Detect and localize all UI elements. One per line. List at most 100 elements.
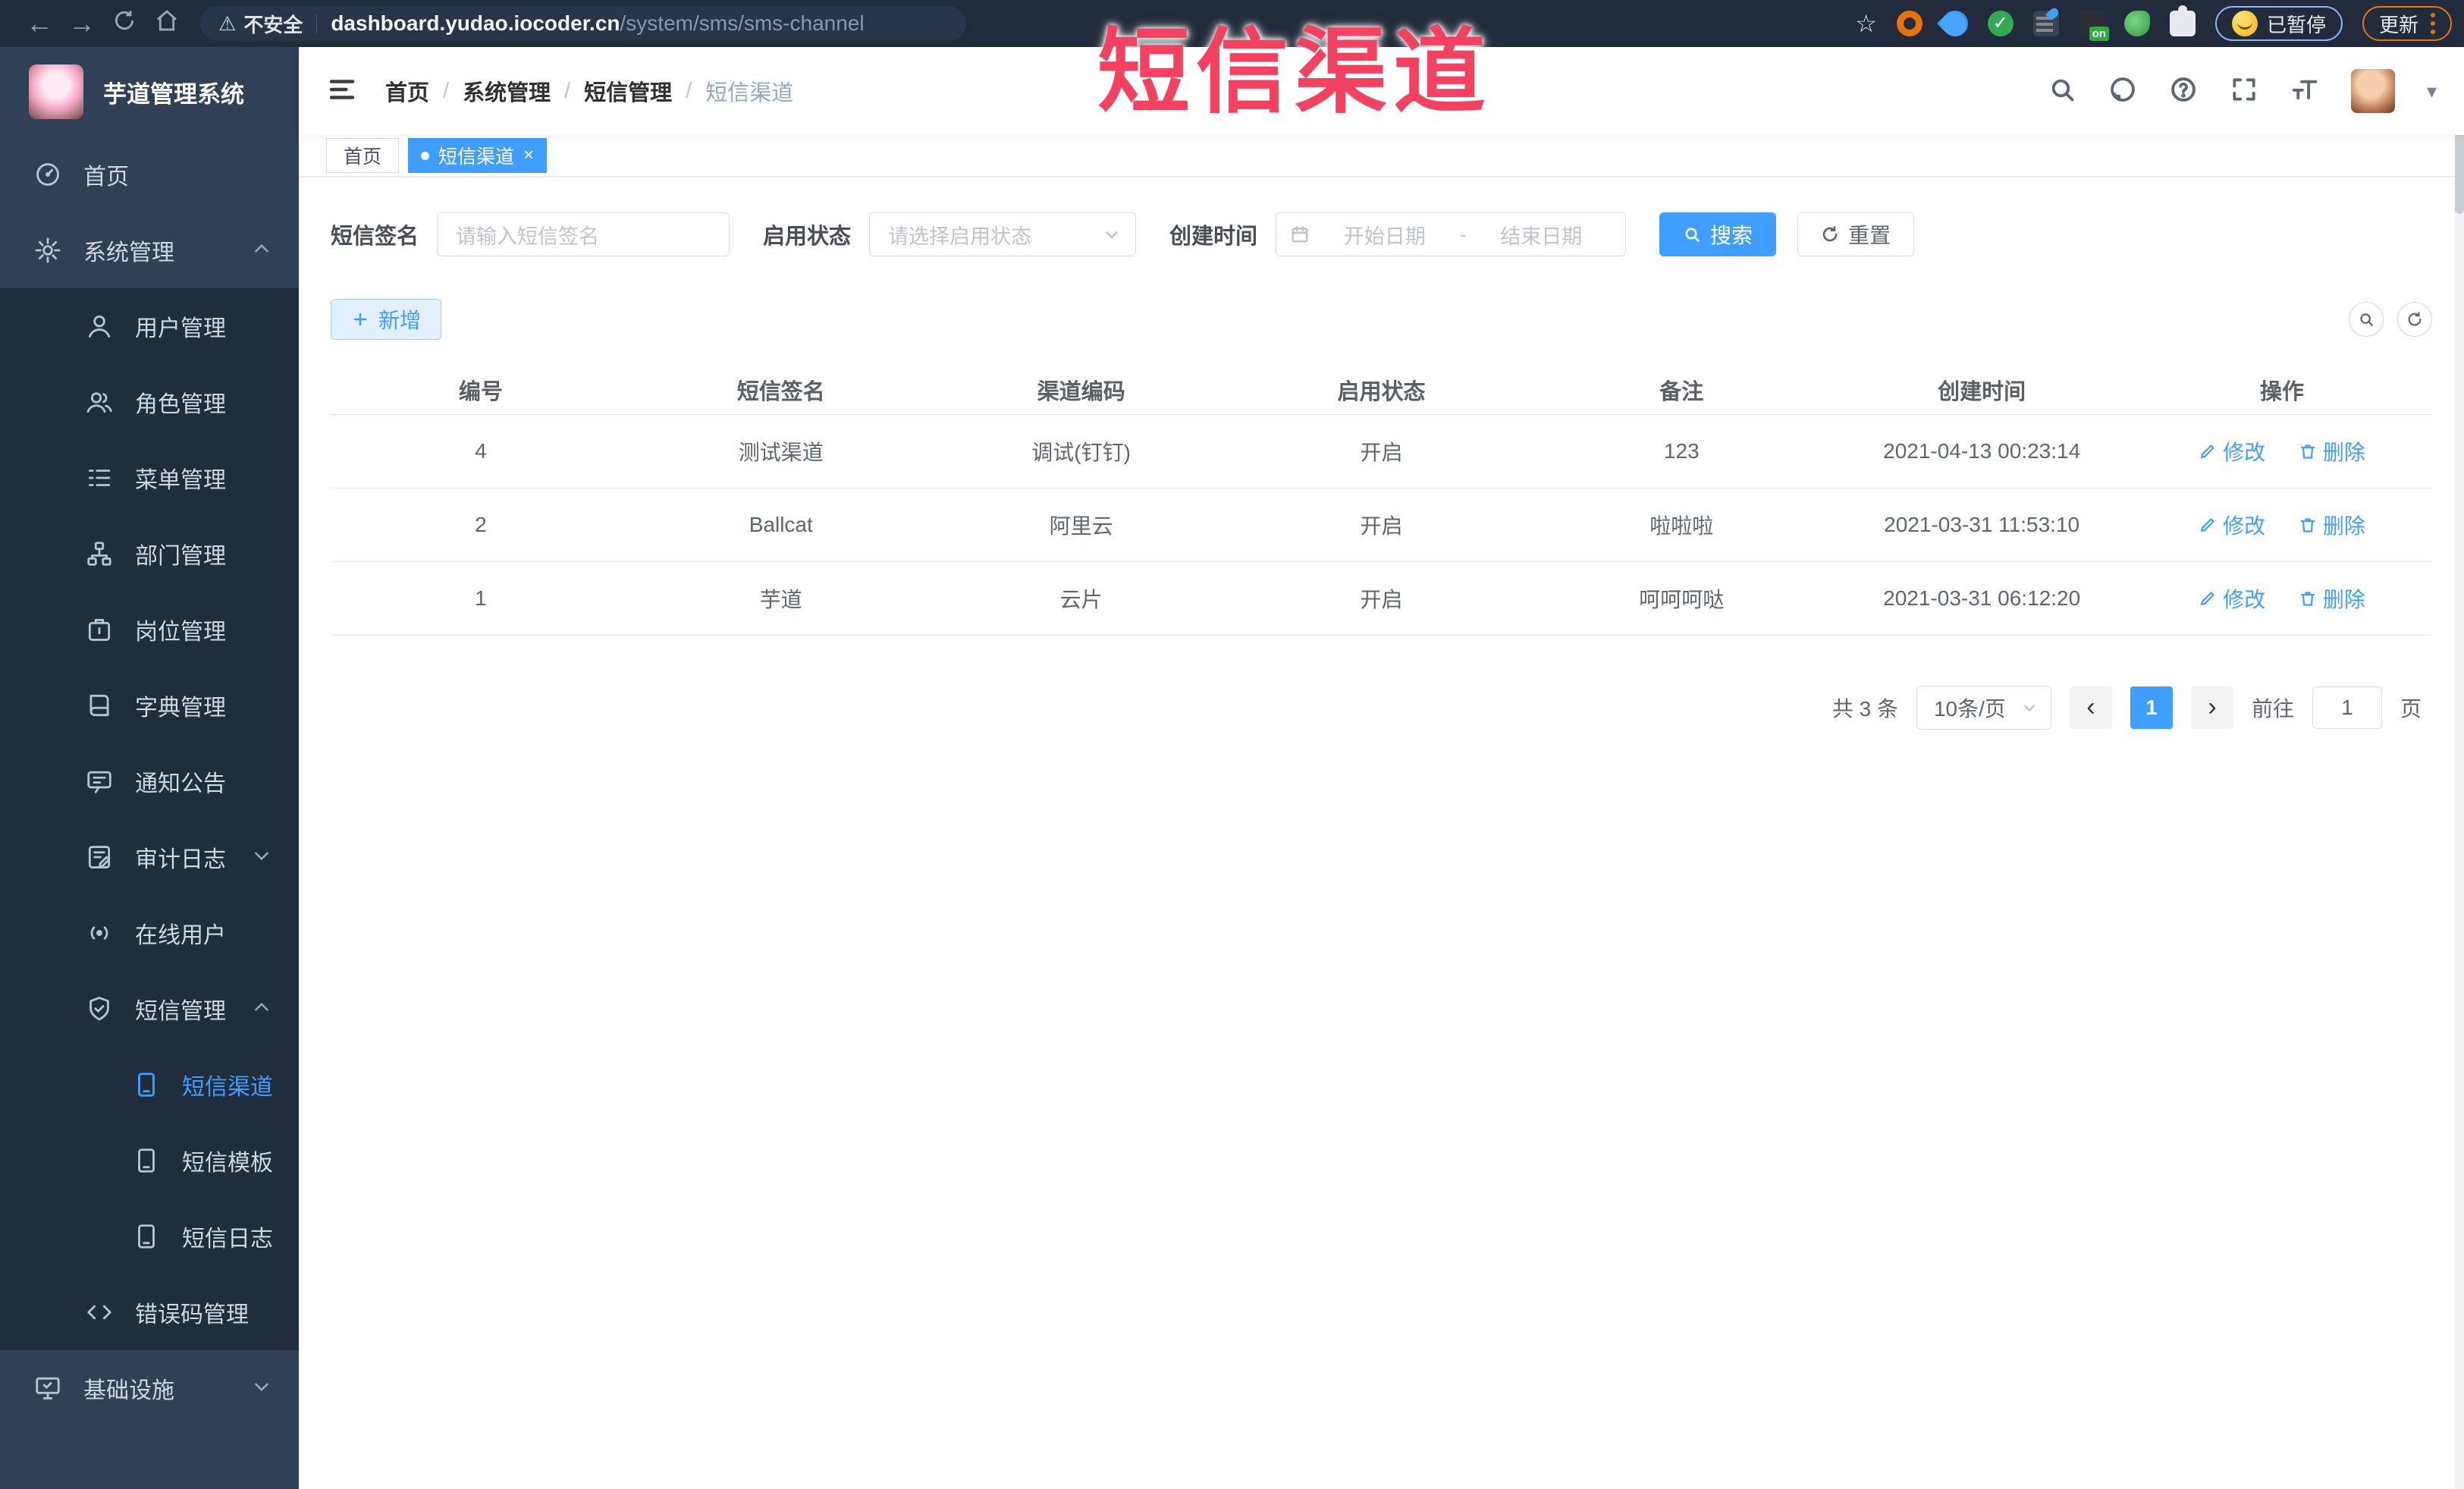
page-1-button[interactable]: 1	[2130, 686, 2173, 729]
update-label: 更新	[2378, 13, 2418, 36]
edit-link[interactable]: 修改	[2199, 436, 2265, 466]
font-size-icon[interactable]	[2290, 75, 2319, 108]
breadcrumb-home[interactable]: 首页	[385, 75, 429, 107]
edit-link[interactable]: 修改	[2199, 583, 2265, 614]
close-icon[interactable]: ×	[523, 146, 534, 165]
sign-input[interactable]: 请输入短信签名	[437, 212, 730, 256]
gear-icon	[33, 236, 62, 265]
log-edit-icon	[85, 843, 114, 872]
end-date-input[interactable]: 结束日期	[1471, 220, 1612, 250]
bookmark-star-icon[interactable]: ☆	[1855, 9, 1877, 38]
start-date-input[interactable]: 开始日期	[1314, 220, 1455, 250]
col-created: 创建时间	[1832, 366, 2133, 415]
reload-icon[interactable]	[103, 8, 146, 39]
tag-active-dot	[421, 151, 430, 160]
page-size-select[interactable]: 10条/页	[1916, 685, 2051, 730]
user-icon	[85, 312, 114, 341]
search-button[interactable]: 搜索	[1659, 212, 1777, 256]
breadcrumb-current: 短信渠道	[705, 81, 794, 105]
date-range-picker[interactable]: 开始日期 - 结束日期	[1276, 212, 1627, 256]
tablet-icon	[132, 1222, 161, 1251]
breadcrumb-system[interactable]: 系统管理	[463, 75, 551, 107]
page-unit-label: 页	[2400, 696, 2422, 721]
app-logo[interactable]: 芋道管理系统	[0, 47, 299, 137]
next-page-button[interactable]: ›	[2190, 686, 2233, 729]
calendar-icon	[1292, 225, 1308, 243]
sidebar-item-audit-logs[interactable]: 审计日志	[0, 819, 299, 895]
sidebar-item-sms[interactable]: 短信管理	[0, 971, 299, 1047]
sidebar-item-announcements[interactable]: 通知公告	[0, 743, 299, 819]
chevron-down-icon	[1106, 231, 1118, 239]
sidebar-item-sms-log[interactable]: 短信日志	[0, 1198, 299, 1274]
sidebar-item-sms-channel[interactable]: 短信渠道	[0, 1047, 299, 1123]
reset-button[interactable]: 重置	[1797, 212, 1915, 256]
sidebar-item-error-codes[interactable]: 错误码管理	[0, 1274, 299, 1350]
address-bar[interactable]: ⚠ 不安全 dashboard.yudao.iocoder.cn /system…	[200, 6, 966, 41]
sidebar-item-online-users[interactable]: 在线用户	[0, 895, 299, 971]
tag-sms-channel[interactable]: 短信渠道 ×	[408, 138, 548, 173]
delete-link[interactable]: 删除	[2299, 583, 2365, 614]
url-path[interactable]: /system/sms/sms-channel	[620, 11, 865, 36]
user-avatar[interactable]	[2350, 69, 2395, 113]
status-label: 启用状态	[763, 225, 852, 249]
edit-link[interactable]: 修改	[2199, 510, 2265, 540]
extension-icon[interactable]	[1896, 11, 1923, 36]
insecure-label[interactable]: 不安全	[243, 10, 303, 38]
search-icon[interactable]	[2048, 75, 2076, 108]
help-icon[interactable]	[2169, 75, 2198, 108]
refresh-table-button[interactable]	[2397, 302, 2432, 337]
github-icon[interactable]	[2108, 75, 2137, 108]
breadcrumb-sms[interactable]: 短信管理	[584, 75, 672, 107]
forward-arrow-icon[interactable]: →	[61, 8, 103, 39]
sidebar-item-sms-template[interactable]: 短信模板	[0, 1123, 299, 1198]
extension-icon[interactable]	[1936, 5, 1974, 42]
search-icon	[2360, 313, 2373, 326]
home-icon[interactable]	[146, 8, 188, 39]
sidebar-item-system[interactable]: 系统管理	[0, 212, 299, 288]
fullscreen-icon[interactable]	[2230, 75, 2258, 108]
delete-link[interactable]: 删除	[2299, 510, 2365, 540]
page-scrollbar[interactable]	[2455, 47, 2464, 1489]
profile-paused-button[interactable]: 已暂停	[2214, 6, 2343, 41]
trash-icon	[2300, 517, 2315, 532]
sidebar-item-users[interactable]: 用户管理	[0, 288, 299, 364]
search-form: 短信签名 请输入短信签名 启用状态 请选择启用状态 创建时间 开始日期 - 结束…	[331, 212, 2432, 256]
sidebar: 芋道管理系统 首页 系统管理 用户管理 角色管理 菜单管理 部门管理 岗位管理 …	[0, 47, 299, 1489]
dashboard-icon	[33, 160, 62, 189]
delete-link[interactable]: 删除	[2299, 436, 2365, 466]
sidebar-item-roles[interactable]: 角色管理	[0, 364, 299, 440]
extension-icon[interactable]	[2123, 11, 2150, 36]
sidebar-item-departments[interactable]: 部门管理	[0, 516, 299, 592]
edit-pencil-icon	[2201, 444, 2214, 458]
sidebar-item-menus[interactable]: 菜单管理	[0, 440, 299, 516]
sidebar-item-infrastructure[interactable]: 基础设施	[0, 1350, 299, 1426]
logo-image	[29, 64, 83, 119]
chevron-down-icon	[252, 1377, 272, 1400]
table-header-row: 编号 短信签名 渠道编码 启用状态 备注 创建时间 操作	[331, 366, 2432, 415]
back-arrow-icon[interactable]: ←	[18, 8, 61, 39]
toggle-search-button[interactable]	[2349, 302, 2384, 337]
extension-icon[interactable]: ✓	[1987, 11, 2014, 36]
url-host[interactable]: dashboard.yudao.iocoder.cn	[331, 11, 620, 36]
tags-view-bar: 首页 短信渠道 ×	[299, 135, 2464, 177]
status-select[interactable]: 请选择启用状态	[869, 212, 1137, 256]
browser-menu-icon[interactable]	[2431, 13, 2435, 34]
caret-down-icon[interactable]: ▾	[2427, 80, 2437, 103]
extension-icon[interactable]	[2078, 11, 2109, 41]
refresh-icon	[1822, 226, 1838, 242]
sidebar-item-posts[interactable]: 岗位管理	[0, 592, 299, 668]
add-button[interactable]: 新增	[331, 299, 442, 340]
extensions-puzzle-icon[interactable]	[2169, 5, 2196, 36]
hamburger-icon[interactable]	[326, 74, 358, 109]
sidebar-item-dictionary[interactable]: 字典管理	[0, 668, 299, 743]
prev-page-button[interactable]: ‹	[2069, 686, 2112, 729]
profile-avatar-icon	[2231, 11, 2258, 36]
chevron-up-icon	[252, 239, 272, 262]
goto-page-input[interactable]: 1	[2312, 686, 2382, 729]
sidebar-submenu-system: 用户管理 角色管理 菜单管理 部门管理 岗位管理 字典管理 通知公告 审计日志 …	[0, 288, 299, 1350]
browser-update-button[interactable]: 更新	[2362, 6, 2452, 41]
extension-icon[interactable]	[2032, 11, 2059, 36]
tag-home[interactable]: 首页	[326, 138, 400, 173]
online-signal-icon	[85, 919, 114, 947]
sidebar-item-home[interactable]: 首页	[0, 137, 299, 212]
